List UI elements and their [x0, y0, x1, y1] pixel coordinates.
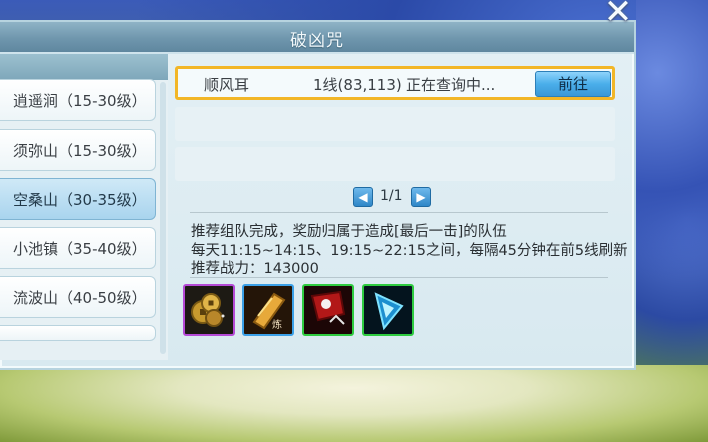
chevron-right-icon[interactable]: ▶ — [411, 187, 431, 207]
npc-name: 顺风耳 — [204, 76, 250, 94]
sidebar-item-liuboshan[interactable]: 流波山（40-50级） — [0, 276, 156, 318]
svg-text:炼: 炼 — [272, 318, 282, 331]
info-power: 推荐战力：143000 — [191, 261, 319, 277]
sidebar: 逍遥涧（15-30级） 须弥山（15-30级） 空桑山（30-35级） 小池镇（… — [0, 54, 168, 360]
empty-row — [175, 147, 615, 181]
query-status: 正在查询中... — [406, 76, 496, 94]
close-icon[interactable]: ✕ — [600, 0, 636, 30]
blue-crystal-icon[interactable] — [362, 284, 414, 336]
sidebar-item-xiaochizhen[interactable]: 小池镇（35-40级） — [0, 227, 156, 269]
sidebar-item-kongsangshan[interactable]: 空桑山（30-35级） — [0, 178, 156, 220]
npc-location: 1线(83,113) — [313, 76, 402, 94]
scroll-icon[interactable]: 炼 — [242, 284, 294, 336]
dialog-title: 破凶咒 — [290, 31, 344, 51]
divider — [190, 212, 608, 213]
sidebar-item-partial[interactable] — [0, 325, 156, 341]
sidebar-scrollbar[interactable] — [160, 82, 166, 354]
sidebar-item-xumishan[interactable]: 须弥山（15-30级） — [0, 129, 156, 171]
sidebar-header — [0, 54, 168, 80]
title-bar: 破凶咒 — [0, 22, 634, 54]
go-button[interactable]: 前往 — [535, 71, 611, 97]
empty-row — [175, 107, 615, 141]
info-rule: 推荐组队完成，奖励归属于造成[最后一击]的队伍 — [191, 224, 507, 240]
red-item-icon[interactable] — [302, 284, 354, 336]
chevron-left-icon[interactable]: ◀ — [353, 187, 373, 207]
result-row[interactable]: 顺风耳 1线(83,113) 正在查询中... 前往 — [175, 66, 615, 100]
divider — [190, 277, 608, 278]
coins-icon[interactable] — [183, 284, 235, 336]
sidebar-item-xiaoyaojian[interactable]: 逍遥涧（15-30级） — [0, 79, 156, 121]
pager: ◀ 1/1 ▶ — [353, 187, 443, 209]
page-indicator: 1/1 — [380, 188, 403, 204]
background-foliage — [636, 0, 708, 365]
background-ground — [0, 365, 708, 442]
